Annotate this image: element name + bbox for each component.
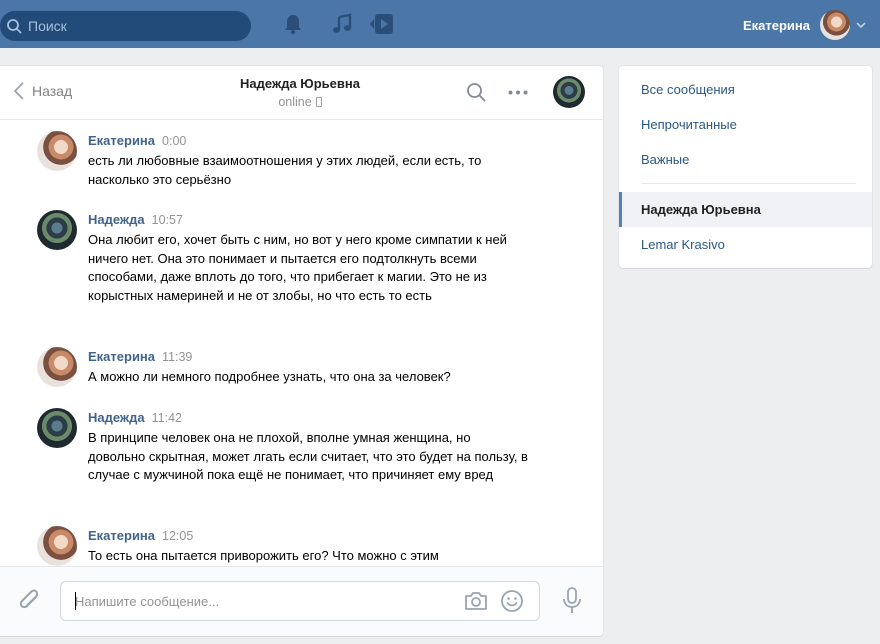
- message-text: Она любит его, хочет быть с ним, но вот …: [88, 232, 507, 304]
- message-author[interactable]: Екатерина: [88, 528, 155, 543]
- menu-item-important[interactable]: Важные: [619, 142, 872, 177]
- menu-item-unread[interactable]: Непрочитанные: [619, 107, 872, 142]
- avatar[interactable]: [37, 408, 77, 448]
- message-time: 11:39: [162, 350, 193, 364]
- menu-item-active-chat[interactable]: Надежда Юрьевна: [619, 192, 872, 227]
- avatar[interactable]: [37, 526, 77, 566]
- messages-menu: Все сообщения Непрочитанные Важные Надеж…: [619, 66, 872, 268]
- menu-divider: [641, 183, 856, 184]
- message-text: В принципе человек она не плохой, вполне…: [88, 430, 528, 483]
- message-author[interactable]: Екатерина: [88, 349, 155, 364]
- message-list[interactable]: Екатерина 0:00 есть ли любовные взаимоотн…: [0, 121, 603, 566]
- message-text: А можно ли немного подробнее узнать, что…: [88, 369, 451, 384]
- avatar[interactable]: [37, 347, 77, 387]
- emoji-icon[interactable]: [500, 589, 524, 613]
- chat-status: online: [0, 95, 600, 109]
- message-author[interactable]: Надежда: [88, 212, 145, 227]
- mobile-icon: [315, 97, 322, 107]
- avatar[interactable]: [553, 76, 585, 108]
- message-text: есть ли любовные взаимоотношения у этих …: [88, 153, 482, 187]
- video-play-icon[interactable]: [368, 12, 394, 36]
- search-icon: [7, 19, 22, 34]
- message-author[interactable]: Надежда: [88, 410, 145, 425]
- chat-panel: Назад Надежда Юрьевна online Екатерина 0:…: [0, 66, 603, 636]
- menu-item-all-messages[interactable]: Все сообщения: [619, 72, 872, 107]
- online-status: online: [278, 95, 312, 109]
- music-icon[interactable]: [330, 12, 354, 36]
- search-icon[interactable]: [466, 82, 486, 102]
- chat-title[interactable]: Надежда Юрьевна: [0, 76, 600, 91]
- user-menu[interactable]: Екатерина: [743, 10, 866, 40]
- message-input[interactable]: Напишите сообщение...: [60, 581, 540, 621]
- top-bar: Поиск Екатерина: [0, 0, 880, 48]
- more-icon[interactable]: [508, 90, 528, 95]
- chevron-down-icon: [856, 22, 866, 28]
- message-composer: Напишите сообщение...: [0, 566, 603, 636]
- user-name: Екатерина: [742, 17, 810, 33]
- paperclip-icon[interactable]: [17, 588, 43, 614]
- chat-header: Назад Надежда Юрьевна online: [0, 66, 603, 120]
- message-time: 12:05: [162, 529, 194, 543]
- avatar[interactable]: [37, 131, 77, 171]
- search-placeholder: Поиск: [28, 18, 67, 34]
- message-text: То есть она пытается приворожить его? Чт…: [88, 548, 439, 563]
- message-time: 10:57: [151, 213, 183, 227]
- menu-item-chat[interactable]: Lemar Krasivo: [619, 227, 872, 262]
- message-time: 11:42: [151, 411, 182, 425]
- search-field[interactable]: Поиск: [0, 11, 251, 41]
- avatar[interactable]: [37, 210, 77, 250]
- message-placeholder: Напишите сообщение...: [75, 594, 220, 609]
- microphone-icon[interactable]: [562, 587, 582, 615]
- message-time: 0:00: [162, 134, 187, 148]
- avatar: [820, 10, 850, 40]
- camera-icon[interactable]: [463, 590, 489, 612]
- message-author[interactable]: Екатерина: [88, 133, 155, 148]
- bell-icon[interactable]: [281, 12, 305, 36]
